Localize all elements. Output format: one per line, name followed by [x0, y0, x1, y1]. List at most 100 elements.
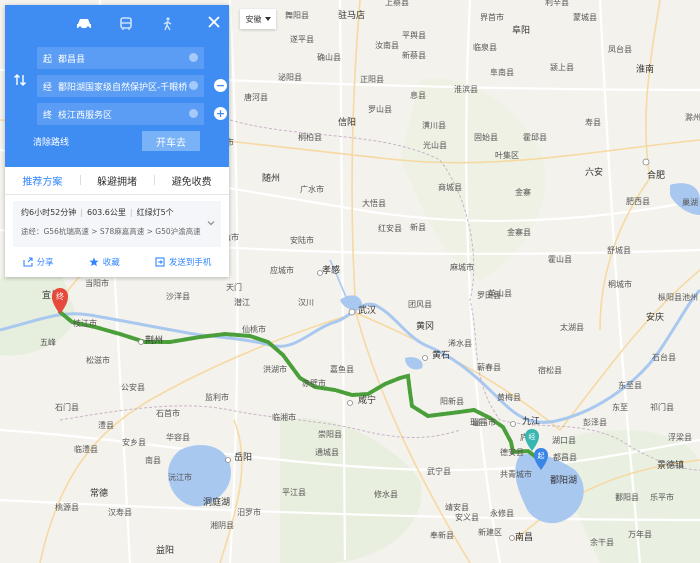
city-label: 桐城市 [608, 279, 632, 289]
city-label: 石门县 [55, 402, 79, 412]
city-label: 修水县 [374, 489, 398, 499]
city-label: 南县 [145, 455, 161, 465]
city-label: 湘阴县 [210, 520, 234, 530]
car-icon[interactable] [63, 13, 105, 35]
city-label: 太湖县 [560, 322, 584, 332]
tab-avoid-tolls[interactable]: 避免收费 [154, 173, 229, 188]
city-label: 阜南县 [490, 67, 514, 77]
city-label: 麻城市 [450, 262, 474, 272]
city-label: 桃源县 [55, 502, 79, 512]
city-label: 黄梅县 [497, 392, 521, 402]
city-label: 枞阳县 [658, 292, 682, 302]
city-label: 嘉鱼县 [330, 364, 354, 374]
region-value: 安徽 [245, 14, 262, 24]
send-to-phone-button[interactable]: 发送到手机 [155, 256, 211, 268]
city-label: 金寨县 [507, 227, 531, 237]
route-panel: 起 都昌县 经 鄱阳湖国家级自然保护区-千眼桥 − 终 枝江西服务区 + 清除路… [5, 5, 229, 277]
start-row: 起 都昌县 [37, 47, 219, 69]
remove-via-button[interactable]: − [214, 79, 227, 92]
send-icon [155, 257, 165, 267]
city-label: 澧县 [98, 420, 114, 430]
city-label: 宿松县 [538, 365, 562, 375]
city-label: 祁门县 [650, 402, 674, 412]
via-tag: 经 [43, 82, 53, 93]
tab-recommended[interactable]: 推荐方案 [5, 173, 80, 188]
city-label: 安义县 [455, 512, 479, 522]
city-label: 沙洋县 [166, 291, 190, 301]
city-label: 唐河县 [244, 92, 268, 102]
clear-via-icon[interactable] [189, 81, 198, 90]
route-distance: 603.6公里 [86, 208, 126, 217]
clear-route-link[interactable]: 清除路线 [33, 135, 69, 148]
favorite-button[interactable]: 收藏 [89, 256, 120, 268]
city-label: 松滋市 [86, 355, 110, 365]
city-label: 余干县 [590, 537, 614, 547]
city-label: 洪湖市 [263, 364, 287, 374]
city-label: 临湘市 [272, 412, 296, 422]
city-label: 彭泽县 [583, 417, 607, 427]
close-icon[interactable] [207, 14, 221, 28]
city-label: 赤壁市 [302, 378, 326, 388]
region-select[interactable]: 安徽 [240, 9, 276, 29]
city-label: 大悟县 [362, 198, 386, 208]
add-via-button[interactable]: + [214, 107, 227, 120]
swap-icon[interactable] [13, 72, 27, 90]
via-row: 经 鄱阳湖国家级自然保护区-千眼桥 − [37, 75, 227, 97]
svg-text:起: 起 [538, 452, 545, 460]
city-label: 上蔡县 [385, 0, 409, 7]
city-label: 寿县 [585, 117, 601, 127]
city-label: 巢湖 [682, 197, 698, 207]
city-label: 六安 [585, 166, 603, 178]
city-label: 石首市 [156, 408, 180, 418]
route-lights: 红绿灯5个 [136, 208, 174, 217]
city-label: 靖安县 [445, 502, 469, 512]
city-label: 罗山县 [368, 104, 392, 114]
city-label: 武汉 [358, 304, 376, 316]
via-value: 鄱阳湖国家级自然保护区-千眼桥 [58, 82, 188, 93]
route-summary-card[interactable]: 约6小时52分钟 | 603.6公里 | 红绿灯5个 途经：G56杭瑞高速 > S78麻… [13, 201, 221, 247]
city-label: 监利市 [205, 392, 229, 402]
tab-avoid-congestion[interactable]: 躲避拥堵 [79, 173, 155, 188]
city-label: 商城县 [438, 182, 462, 192]
city-label: 确山县 [317, 52, 341, 62]
city-label: 平舆县 [402, 30, 426, 40]
city-label: 阳新县 [440, 396, 464, 406]
end-input[interactable]: 终 枝江西服务区 [37, 103, 204, 125]
clear-end-icon[interactable] [189, 109, 198, 118]
city-label: 仙桃市 [242, 324, 266, 334]
city-label: 公安县 [121, 382, 145, 392]
star-icon [89, 257, 99, 267]
chevron-down-icon[interactable] [207, 219, 215, 227]
city-label: 浠水县 [448, 338, 472, 348]
route-via-roads: 途经：G56杭瑞高速 > S78麻嘉高速 > G50沪渝高速 [21, 227, 201, 236]
city-label: 德安县 [500, 447, 524, 457]
via-input[interactable]: 经 鄱阳湖国家级自然保护区-千眼桥 [37, 75, 204, 97]
city-label: 南昌 [515, 531, 533, 543]
city-label: 淮滨县 [454, 84, 478, 94]
start-input[interactable]: 起 都昌县 [37, 47, 204, 69]
share-button[interactable]: 分享 [23, 256, 54, 268]
clear-start-icon[interactable] [189, 53, 198, 62]
city-label: 奉新县 [430, 530, 454, 540]
city-label: 汝南县 [375, 40, 399, 50]
city-label: 驻马店 [338, 9, 365, 21]
city-label: 泌阳县 [278, 72, 302, 82]
city-label: 遂平县 [290, 34, 314, 44]
city-label: 新县 [410, 222, 426, 232]
city-label: 东至县 [618, 380, 642, 390]
city-label: 颍上县 [550, 63, 574, 72]
city-label: 随州 [262, 172, 280, 184]
city-label: 池州 [682, 292, 698, 302]
drive-button[interactable]: 开车去 [142, 131, 200, 151]
bus-icon[interactable] [105, 13, 147, 35]
city-label: 益阳 [156, 544, 174, 556]
walk-icon[interactable] [147, 13, 189, 35]
city-label: 舒城县 [607, 245, 631, 255]
city-label: 新建区 [478, 527, 502, 537]
route-time: 约6小时52分钟 [21, 208, 77, 217]
route-input-area: 起 都昌县 经 鄱阳湖国家级自然保护区-千眼桥 − 终 枝江西服务区 + 清除路… [5, 5, 229, 167]
city-label: 枝江市 [73, 318, 97, 328]
city-label: 鄱阳县 [615, 493, 639, 502]
city-label: 潜江 [234, 297, 250, 307]
city-label: 桐柏县 [298, 132, 322, 142]
